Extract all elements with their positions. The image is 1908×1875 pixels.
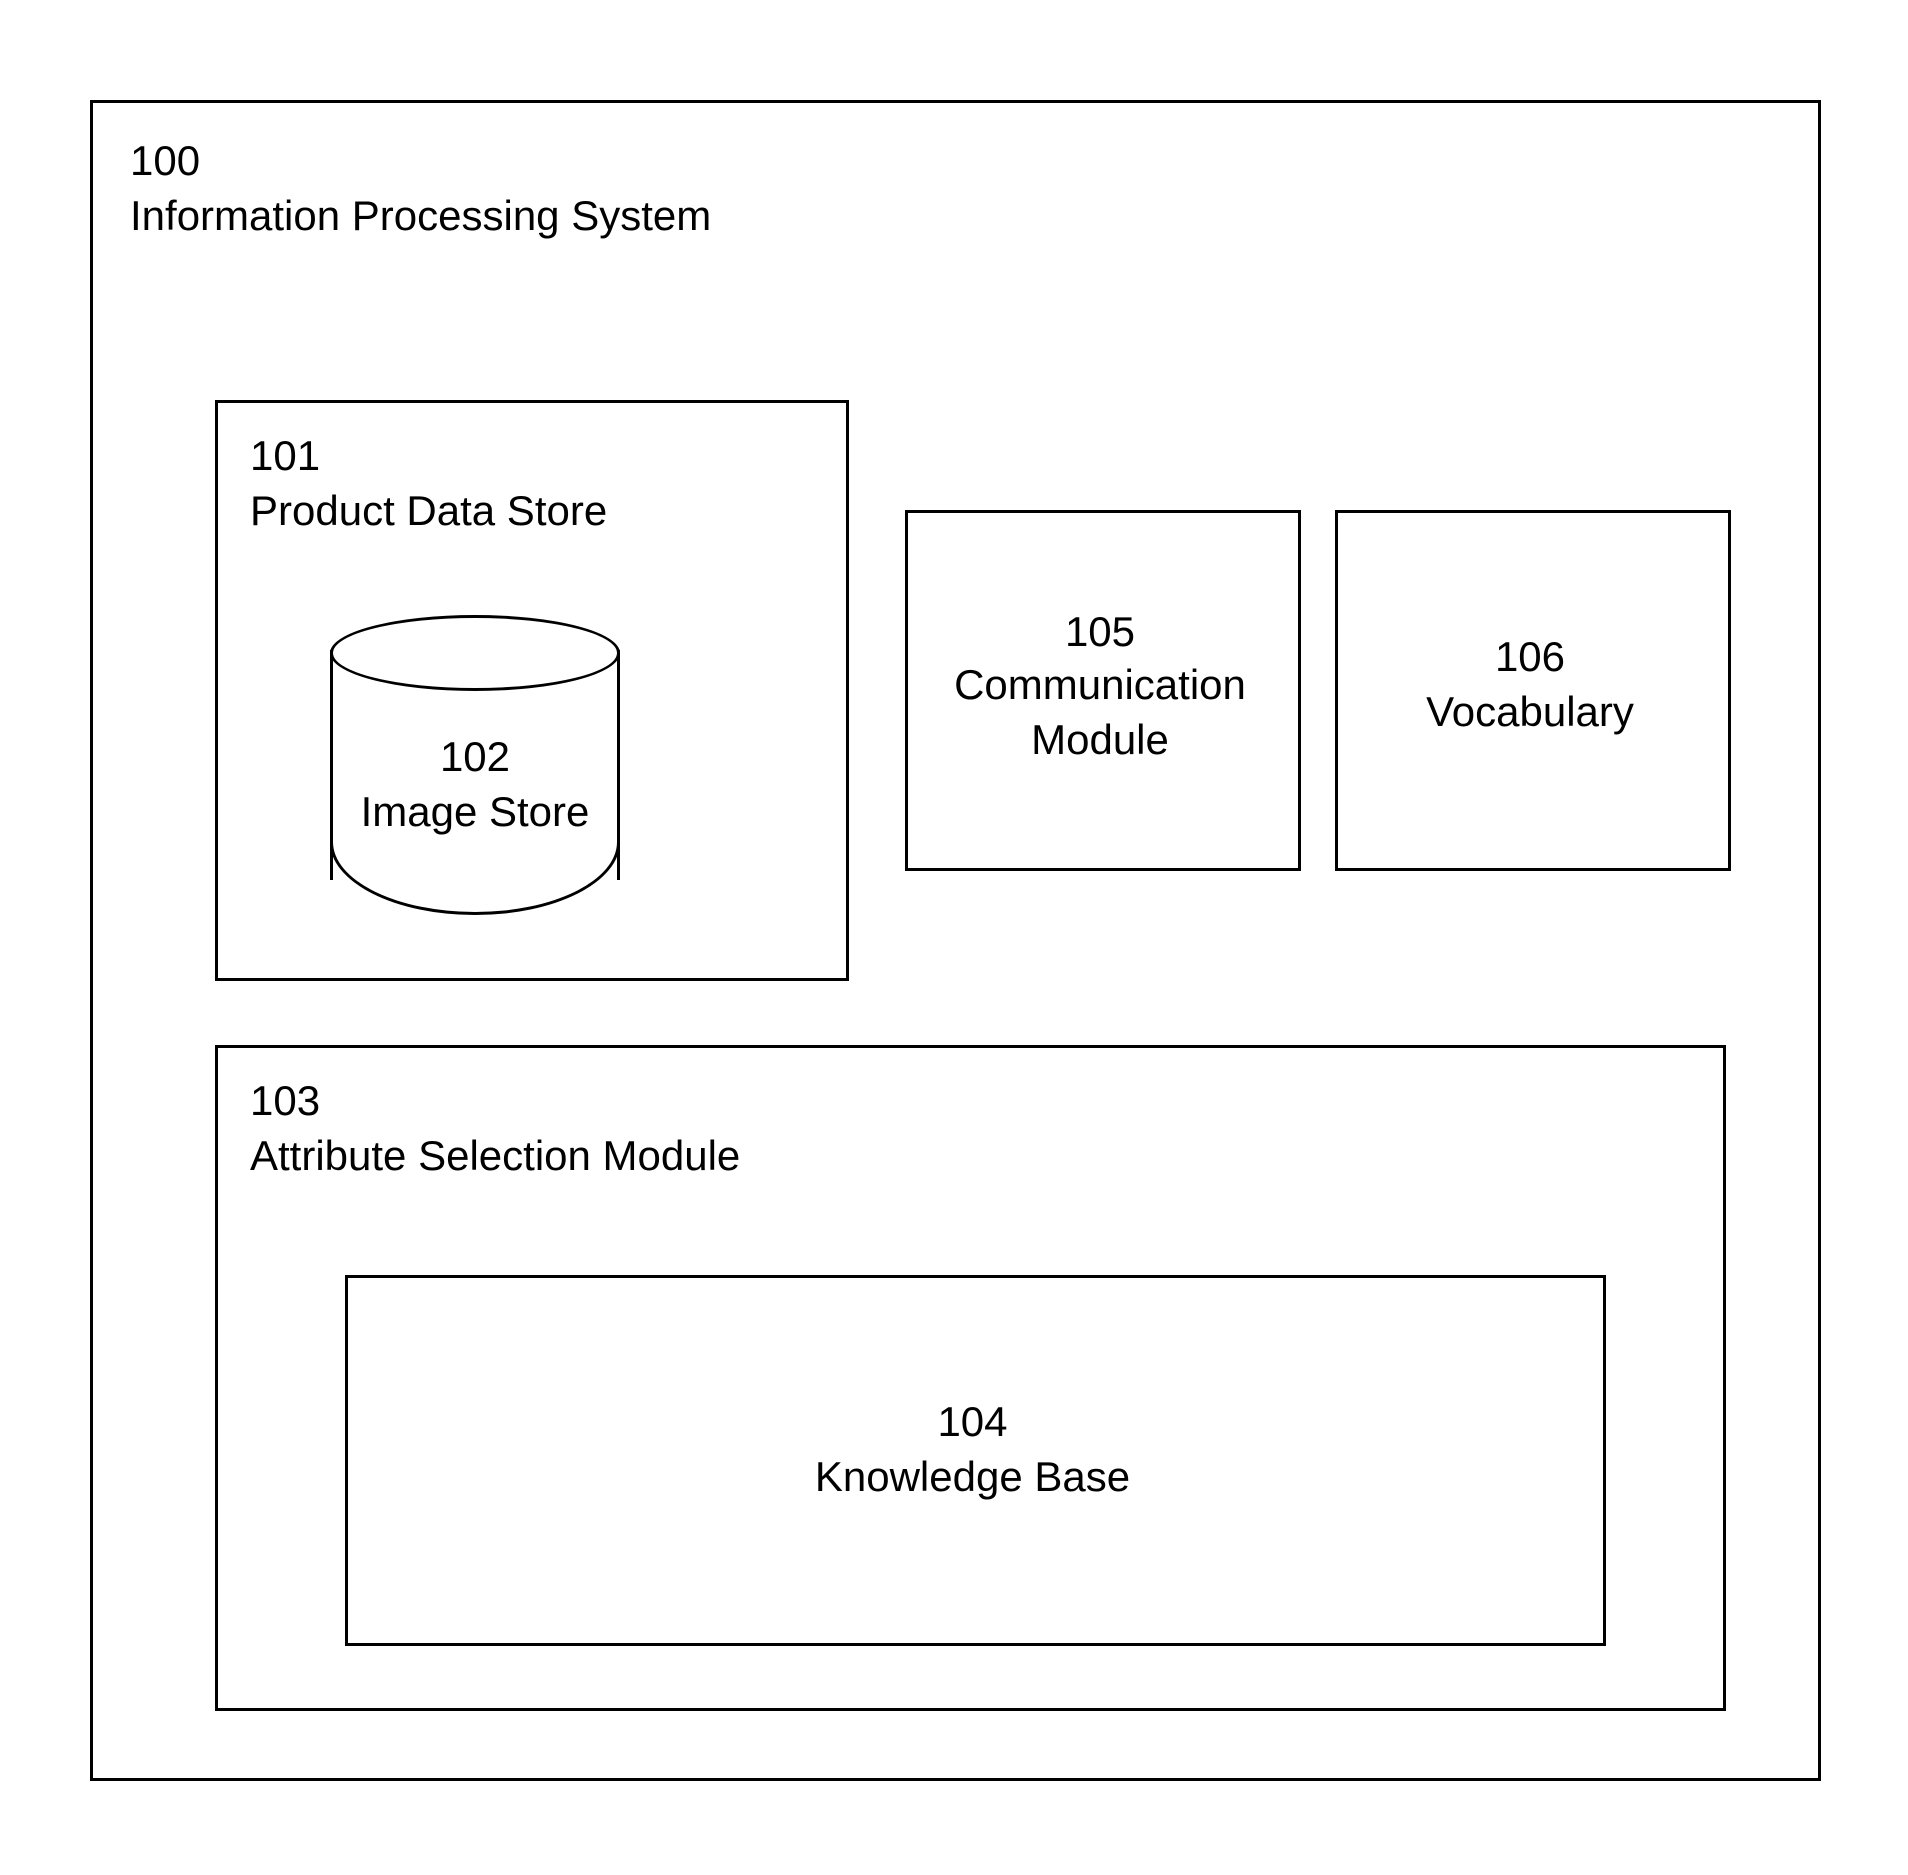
diagram-canvas: 100 Information Processing System 101 Pr… bbox=[0, 0, 1908, 1875]
kb-name: Knowledge Base bbox=[345, 1450, 1600, 1505]
system-id: 100 bbox=[130, 135, 200, 188]
vocab-id: 106 bbox=[1335, 630, 1725, 685]
comm-id: 105 bbox=[905, 605, 1295, 660]
image-store-name: Image Store bbox=[330, 785, 620, 840]
store-id: 101 bbox=[250, 430, 320, 483]
comm-name: Communication Module bbox=[905, 658, 1295, 767]
store-name: Product Data Store bbox=[250, 485, 607, 538]
system-name: Information Processing System bbox=[130, 190, 711, 243]
attr-name: Attribute Selection Module bbox=[250, 1130, 740, 1183]
vocab-name: Vocabulary bbox=[1335, 685, 1725, 740]
kb-id: 104 bbox=[345, 1395, 1600, 1450]
attr-id: 103 bbox=[250, 1075, 320, 1128]
image-store-id: 102 bbox=[330, 730, 620, 785]
